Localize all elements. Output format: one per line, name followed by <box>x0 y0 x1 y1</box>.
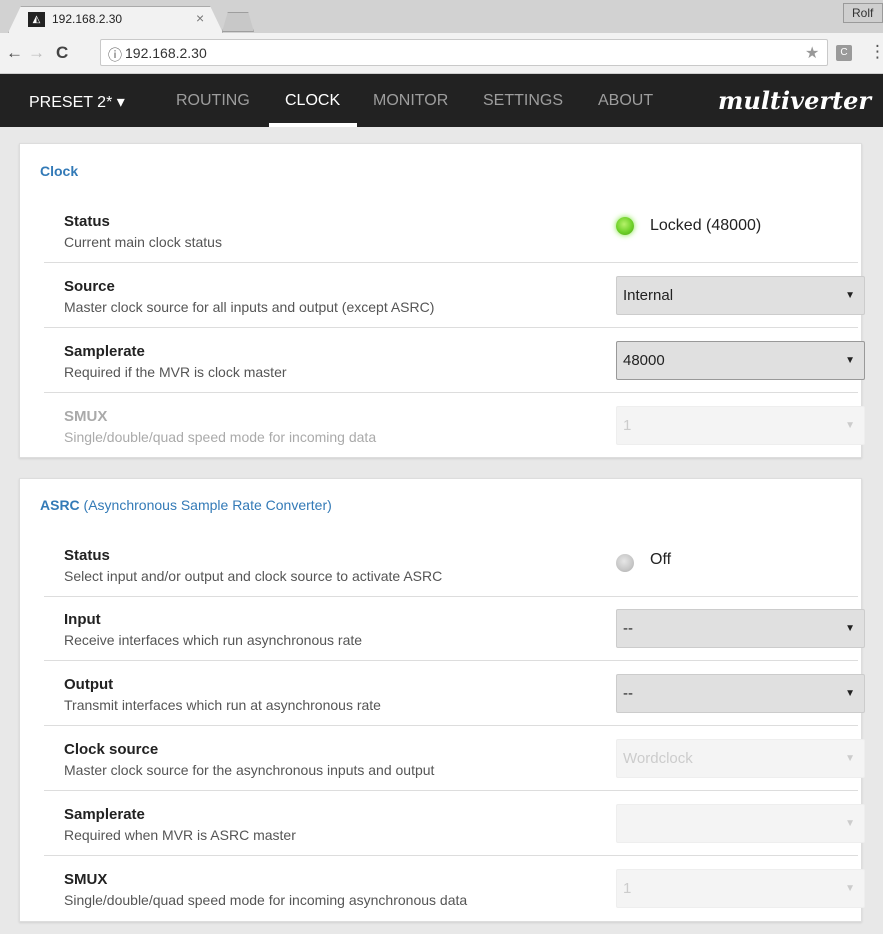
back-icon[interactable]: ← <box>6 43 23 63</box>
asrc-panel: ASRC (Asynchronous Sample Rate Converter… <box>19 478 865 922</box>
caret-down-icon: ▼ <box>845 753 855 764</box>
profile-button[interactable]: Rolf <box>843 3 883 23</box>
asrc-smux-row: SMUX Single/double/quad speed mode for i… <box>44 857 865 921</box>
asrc-samplerate-select[interactable]: ▼ <box>616 804 865 843</box>
caret-down-icon: ▼ <box>845 420 855 431</box>
browser-tab-strip: ◭ 192.168.2.30 × Rolf <box>0 0 883 33</box>
row-description: Master clock source for all inputs and o… <box>64 299 435 315</box>
address-bar[interactable]: ⓘ 192.168.2.30 <box>100 39 828 66</box>
panel-title-clock: Clock <box>40 163 79 179</box>
row-label: Samplerate <box>64 343 145 360</box>
clock-panel: Clock Status Current main clock status L… <box>19 143 865 458</box>
row-description: Required if the MVR is clock master <box>64 364 287 380</box>
reload-icon[interactable]: C <box>56 43 68 63</box>
row-description: Transmit interfaces which run at asynchr… <box>64 697 381 713</box>
url-text[interactable]: 192.168.2.30 <box>125 45 207 61</box>
clock-samplerate-row: Samplerate Required if the MVR is clock … <box>44 329 865 393</box>
status-led-icon <box>616 217 634 235</box>
asrc-clock-source-select[interactable]: Wordclock ▼ <box>616 739 865 778</box>
select-value: 1 <box>623 880 632 897</box>
clock-status-text: Locked (48000) <box>650 217 762 234</box>
clock-source-row: Source Master clock source for all input… <box>44 264 865 328</box>
nav-routing[interactable]: ROUTING <box>176 92 250 110</box>
asrc-title-bold: ASRC <box>40 497 80 513</box>
row-label: Samplerate <box>64 806 145 823</box>
favicon-icon: ◭ <box>28 12 45 27</box>
info-icon[interactable]: ⓘ <box>108 45 122 65</box>
nav-clock[interactable]: CLOCK <box>285 92 340 110</box>
row-description: Current main clock status <box>64 234 222 250</box>
tab-title[interactable]: 192.168.2.30 <box>52 12 122 26</box>
preset-dropdown[interactable]: PRESET 2* ▾ <box>29 92 125 112</box>
status-led-icon <box>616 554 634 572</box>
row-label: Source <box>64 278 115 295</box>
select-value: Wordclock <box>623 750 693 767</box>
extension-icon[interactable]: C <box>836 45 852 61</box>
browser-menu-icon[interactable]: ⋮ <box>869 42 883 62</box>
bookmark-star-icon[interactable]: ★ <box>805 43 819 63</box>
nav-monitor[interactable]: MONITOR <box>373 92 448 110</box>
clock-samplerate-select[interactable]: 48000 ▼ <box>616 341 865 380</box>
asrc-input-select[interactable]: -- ▼ <box>616 609 865 648</box>
clock-smux-row: SMUX Single/double/quad speed mode for i… <box>44 394 865 458</box>
asrc-input-row: Input Receive interfaces which run async… <box>44 597 865 661</box>
clock-source-select[interactable]: Internal ▼ <box>616 276 865 315</box>
row-label: Input <box>64 611 101 628</box>
select-value: 1 <box>623 417 632 434</box>
app-navbar: PRESET 2* ▾ ROUTING CLOCK MONITOR SETTIN… <box>0 74 883 127</box>
row-label: Status <box>64 547 110 564</box>
select-value: -- <box>623 620 633 637</box>
row-label: SMUX <box>64 408 108 425</box>
asrc-status-text: Off <box>650 551 672 568</box>
row-description: Single/double/quad speed mode for incomi… <box>64 429 377 445</box>
row-label: Status <box>64 213 110 230</box>
row-label: SMUX <box>64 871 108 888</box>
caret-down-icon: ▼ <box>845 688 855 699</box>
select-value: -- <box>623 685 633 702</box>
asrc-clock-source-row: Clock source Master clock source for the… <box>44 727 865 791</box>
forward-icon[interactable]: → <box>28 43 45 63</box>
row-description: Required when MVR is ASRC master <box>64 827 296 843</box>
caret-down-icon: ▼ <box>845 818 855 829</box>
asrc-title-rest: (Asynchronous Sample Rate Converter) <box>79 497 332 513</box>
caret-down-icon: ▼ <box>845 355 855 366</box>
clock-smux-select[interactable]: 1 ▼ <box>616 406 865 445</box>
browser-toolbar: ← → C ⓘ 192.168.2.30 ★ C ⋮ <box>0 33 883 74</box>
asrc-output-select[interactable]: -- ▼ <box>616 674 865 713</box>
row-description: Receive interfaces which run asynchronou… <box>64 632 363 648</box>
row-description: Master clock source for the asynchronous… <box>64 762 435 778</box>
asrc-output-row: Output Transmit interfaces which run at … <box>44 662 865 726</box>
asrc-samplerate-row: Samplerate Required when MVR is ASRC mas… <box>44 792 865 856</box>
brand-logo: multiverter <box>717 86 871 115</box>
row-label: Clock source <box>64 741 159 758</box>
nav-settings[interactable]: SETTINGS <box>483 92 563 110</box>
asrc-status-row: Status Select input and/or output and cl… <box>44 533 858 597</box>
caret-down-icon: ▼ <box>845 290 855 301</box>
clock-status-row: Status Current main clock status Locked … <box>44 199 858 263</box>
row-label: Output <box>64 676 114 693</box>
caret-down-icon: ▼ <box>845 883 855 894</box>
new-tab-button[interactable] <box>222 12 254 32</box>
active-tab-indicator <box>269 123 357 127</box>
row-description: Select input and/or output and clock sou… <box>64 568 443 584</box>
caret-down-icon: ▼ <box>845 623 855 634</box>
select-value: Internal <box>623 287 674 304</box>
select-value: 48000 <box>623 352 665 369</box>
panel-title-asrc: ASRC (Asynchronous Sample Rate Converter… <box>40 497 332 513</box>
asrc-smux-select[interactable]: 1 ▼ <box>616 869 865 908</box>
nav-about[interactable]: ABOUT <box>598 92 653 110</box>
tab-close-icon[interactable]: × <box>196 10 204 26</box>
row-description: Single/double/quad speed mode for incomi… <box>64 892 468 908</box>
